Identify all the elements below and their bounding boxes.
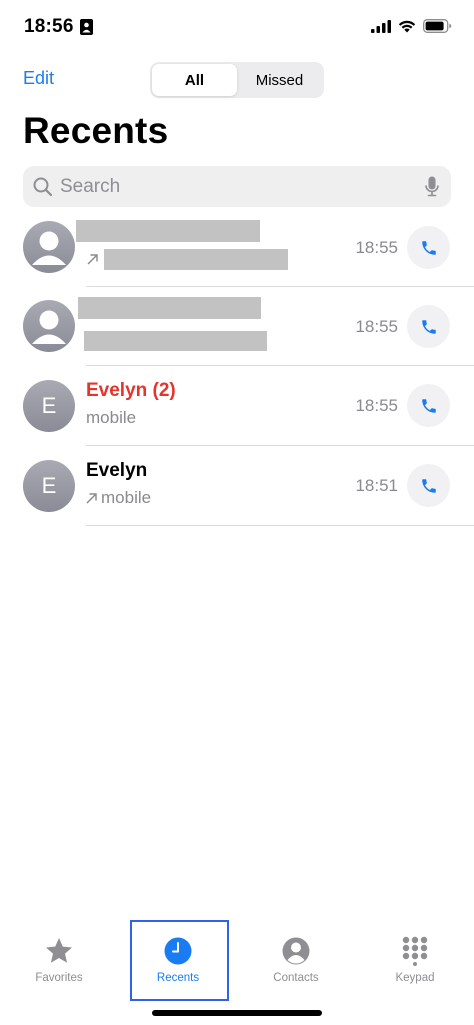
call-time: 18:51 [355,476,398,495]
call-row[interactable]: 18:55 [0,287,474,366]
phone-icon [421,478,436,493]
tab-label: Keypad [395,972,435,984]
call-back-button[interactable] [407,226,450,269]
outgoing-call-icon [87,254,98,265]
tab-label: Contacts [273,972,319,984]
row-divider [86,525,474,526]
microphone-icon[interactable] [425,176,439,198]
status-time: 18:56 [24,16,74,37]
tab-keypad[interactable]: Keypad [365,920,465,1000]
star-icon [46,938,72,963]
phone-icon [421,319,436,334]
call-row[interactable]: 18:55 [0,207,474,287]
person-placeholder-icon [32,231,66,265]
tab-favorites[interactable]: Favorites [9,920,109,1000]
redacted-name [78,297,261,319]
segment-missed[interactable]: Missed [237,64,322,96]
call-subtitle: mobile [86,408,136,428]
avatar [23,300,75,352]
avatar: E [23,380,75,432]
wifi-icon [398,20,416,32]
status-icons [371,19,452,33]
call-row[interactable]: E Evelyn (2) mobile 18:55 [0,366,474,446]
search-icon [33,177,53,196]
search-bar[interactable] [23,166,451,207]
battery-icon [423,19,452,33]
call-type-label: mobile [101,488,152,507]
call-time: 18:55 [355,396,398,415]
call-row[interactable]: E Evelyn mobile 18:51 [0,446,474,526]
page-title: Recents [23,110,169,151]
phone-icon [421,398,436,413]
contact-name: Evelyn [86,460,148,481]
call-time: 18:55 [355,238,398,257]
redacted-subtitle [84,331,267,351]
tab-contacts[interactable]: Contacts [246,920,346,1000]
redacted-subtitle [104,249,288,270]
cellular-signal-icon [371,19,391,33]
status-bar: 18:56 [0,0,474,56]
focus-highlight [130,920,229,1001]
recents-list: 18:55 18:55 E Evelyn (2) mobile 18:55 E … [0,207,474,526]
call-back-button[interactable] [407,305,450,348]
orientation-lock-icon [80,19,93,35]
search-input[interactable] [60,166,425,207]
avatar [23,221,75,273]
call-type-label: mobile [86,408,137,427]
avatar-initial: E [41,473,57,498]
segmented-control: All Missed [150,62,324,98]
call-time: 18:55 [355,317,398,336]
person-placeholder-icon [32,310,66,344]
segment-all[interactable]: All [152,64,237,96]
edit-button[interactable]: Edit [23,68,54,89]
call-back-button[interactable] [407,464,450,507]
redacted-name [76,220,260,242]
phone-icon [421,240,436,255]
call-subtitle: mobile [86,488,151,508]
outgoing-call-icon [86,492,97,503]
home-indicator[interactable] [152,1010,322,1016]
avatar-initial: E [41,393,57,418]
tab-label: Favorites [35,972,83,984]
call-back-button[interactable] [407,384,450,427]
avatar: E [23,460,75,512]
keypad-icon [402,936,428,966]
person-circle-icon [282,937,310,965]
contact-name: Evelyn (2) [86,380,176,401]
